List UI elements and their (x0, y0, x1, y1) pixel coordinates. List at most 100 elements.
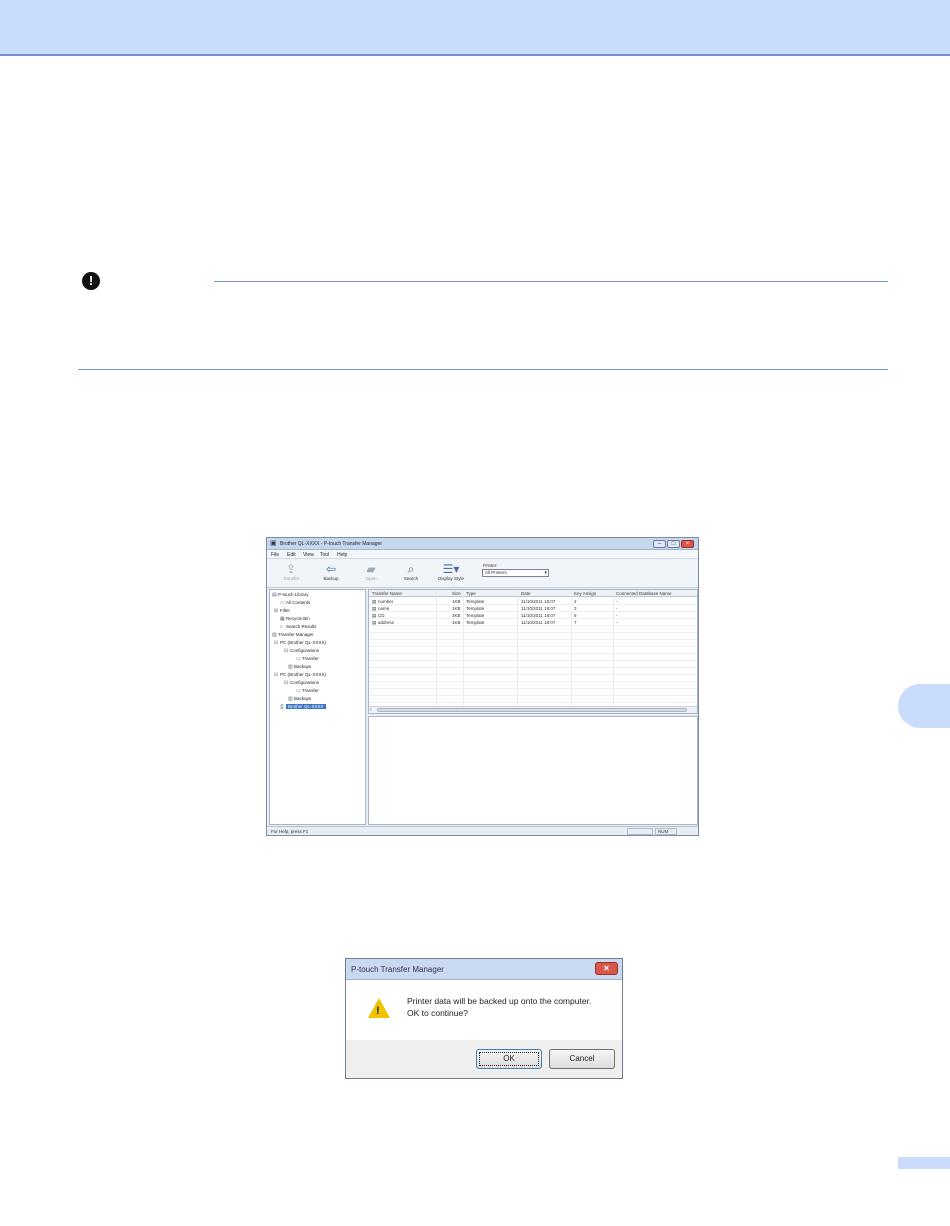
open-label: Open (365, 576, 377, 581)
empty-row (369, 647, 697, 654)
empty-row (369, 696, 697, 703)
search-button[interactable]: ⌕ Search (395, 562, 427, 586)
table-row[interactable]: ▤ CD 3KB Template 11/10/2011 18:07 6 - (369, 612, 697, 619)
dialog-title: P-touch Transfer Manager (351, 965, 444, 974)
row-database: - (616, 613, 618, 618)
menu-help[interactable]: Help (337, 552, 347, 558)
transfer-manager-window: ▣ Brother QL-XXXX - P-touch Transfer Man… (266, 537, 699, 836)
chevron-down-icon: ▾ (544, 570, 547, 576)
app-icon: ▣ (270, 540, 277, 547)
column-date[interactable]: Date (521, 591, 531, 596)
empty-row (369, 626, 697, 633)
window-title: Brother QL-XXXX - P-touch Transfer Manag… (280, 541, 382, 547)
folder-tree: ▤P-touch Library ▭All Contents ⊞ Filter ▦… (269, 589, 366, 825)
status-text: For Help, press F1 (271, 829, 309, 834)
row-type: Template (466, 606, 485, 611)
row-key-assign: 7 (574, 620, 577, 625)
page-number-tab (898, 1157, 950, 1169)
tree-item-transfer-2[interactable]: ▭Transfer (296, 688, 319, 694)
empty-row (369, 654, 697, 661)
close-button[interactable]: × (681, 540, 694, 548)
tree-item-all-contents[interactable]: ▭All Contents (280, 600, 310, 606)
row-name: name (378, 606, 390, 611)
header-band (0, 0, 950, 56)
table-row[interactable]: ▤ name 1KB Template 11/10/2011 18:07 3 - (369, 605, 697, 612)
transfer-list-header: Transfer Name Size Type Date Key Assign … (369, 590, 697, 597)
menu-view[interactable]: View (303, 552, 314, 558)
empty-row (369, 661, 697, 668)
row-key-assign: 6 (574, 613, 577, 618)
tree-item-recycle-bin[interactable]: ▦Recycle Bin (280, 616, 310, 622)
horizontal-scrollbar[interactable]: ‹ › (369, 706, 697, 713)
tree-item-printer-selected[interactable]: ⎙ Brother QL-XXXX (280, 704, 326, 710)
empty-row (369, 682, 697, 689)
minimize-button[interactable]: – (653, 540, 666, 548)
row-type: Template (466, 599, 485, 604)
tree-item-transfer-1[interactable]: ▭Transfer (296, 656, 319, 662)
tree-item-backups-1[interactable]: ▥Backups (288, 664, 311, 670)
printer-select[interactable]: All Printers ▾ (482, 569, 549, 577)
tree-item-configurations-1[interactable]: ⊟ Configurations (284, 648, 319, 654)
row-date: 11/10/2011 18:07 (521, 620, 556, 625)
table-row[interactable]: ▤ address 1KB Template 11/10/2011 18:07 … (369, 619, 697, 626)
ok-button[interactable]: OK (476, 1049, 542, 1069)
scroll-left-icon[interactable]: ‹ (370, 707, 372, 713)
row-database: - (616, 599, 618, 604)
display-style-label: Display Style (437, 576, 464, 581)
column-connected-database[interactable]: Connected Database Name (616, 591, 672, 596)
search-label: Search (403, 576, 419, 581)
tree-item-configurations-2[interactable]: ⊟ Configurations (284, 680, 319, 686)
dialog-message: Printer data will be backed up onto the … (407, 995, 607, 1019)
status-cell-num: NUM (655, 828, 677, 835)
display-style-button[interactable]: ☰▾ Display Style (435, 562, 467, 586)
printer-label: Printer: (483, 563, 498, 568)
table-row[interactable]: ▤ number 1KB Template 11/10/2011 18:07 2… (369, 598, 697, 605)
column-size[interactable]: Size (452, 591, 461, 596)
tree-item-pc-2[interactable]: ⊟ PC (Brother QL-XXXX) (274, 672, 326, 678)
important-note-icon: ! (82, 272, 100, 290)
menu-file[interactable]: File (271, 552, 279, 558)
tree-item-pc-1[interactable]: ⊟ PC (Brother QL-XXXX) (274, 640, 326, 646)
row-name: address (378, 620, 395, 625)
backup-icon: ⇦ (325, 562, 337, 576)
menu-bar: File Edit View Tool Help (267, 550, 698, 559)
empty-row (369, 640, 697, 647)
tree-item-library[interactable]: ▤P-touch Library (272, 592, 309, 598)
backup-button[interactable]: ⇦ Backup (315, 562, 347, 586)
tree-item-backups-2[interactable]: ▥Backups (288, 696, 311, 702)
toolbar: ⇪ Transfer ⇦ Backup ▰ Open ⌕ Search ☰▾ D… (267, 559, 698, 588)
row-type: Template (466, 613, 485, 618)
display-style-icon: ☰▾ (442, 562, 460, 576)
row-size: 1KB (452, 620, 461, 625)
maximize-button[interactable]: □ (667, 540, 680, 548)
row-database: - (616, 620, 618, 625)
open-button[interactable]: ▰ Open (355, 562, 387, 586)
dialog-body: ! Printer data will be backed up onto th… (346, 980, 622, 1040)
transfer-list: Transfer Name Size Type Date Key Assign … (368, 589, 698, 714)
menu-edit[interactable]: Edit (287, 552, 296, 558)
dialog-close-button[interactable]: ✕ (595, 962, 618, 975)
menu-tool[interactable]: Tool (320, 552, 329, 558)
status-cell-empty (627, 828, 653, 835)
tree-item-transfer-manager[interactable]: ▧Transfer Manager (272, 632, 314, 638)
column-transfer-name[interactable]: Transfer Name (372, 591, 402, 596)
row-size: 1KB (452, 599, 461, 604)
row-key-assign: 3 (574, 606, 577, 611)
scroll-right-icon[interactable]: › (696, 707, 697, 713)
row-key-assign: 2 (574, 599, 577, 604)
empty-row (369, 668, 697, 675)
column-key-assign[interactable]: Key Assign (574, 591, 596, 596)
empty-row (369, 633, 697, 640)
transfer-icon: ⇪ (285, 562, 297, 576)
column-type[interactable]: Type (466, 591, 476, 596)
transfer-button[interactable]: ⇪ Transfer (275, 562, 307, 586)
cancel-button[interactable]: Cancel (549, 1049, 615, 1069)
window-titlebar: ▣ Brother QL-XXXX - P-touch Transfer Man… (267, 538, 698, 550)
row-size: 1KB (452, 606, 461, 611)
printer-select-value: All Printers (485, 570, 507, 575)
scrollbar-thumb[interactable] (377, 708, 687, 712)
tree-item-filter[interactable]: ⊞ Filter (274, 608, 290, 614)
row-type: Template (466, 620, 485, 625)
dialog-message-line2: OK to continue? (407, 1008, 468, 1018)
tree-item-search-results[interactable]: ⌕ Search Results (280, 624, 317, 630)
